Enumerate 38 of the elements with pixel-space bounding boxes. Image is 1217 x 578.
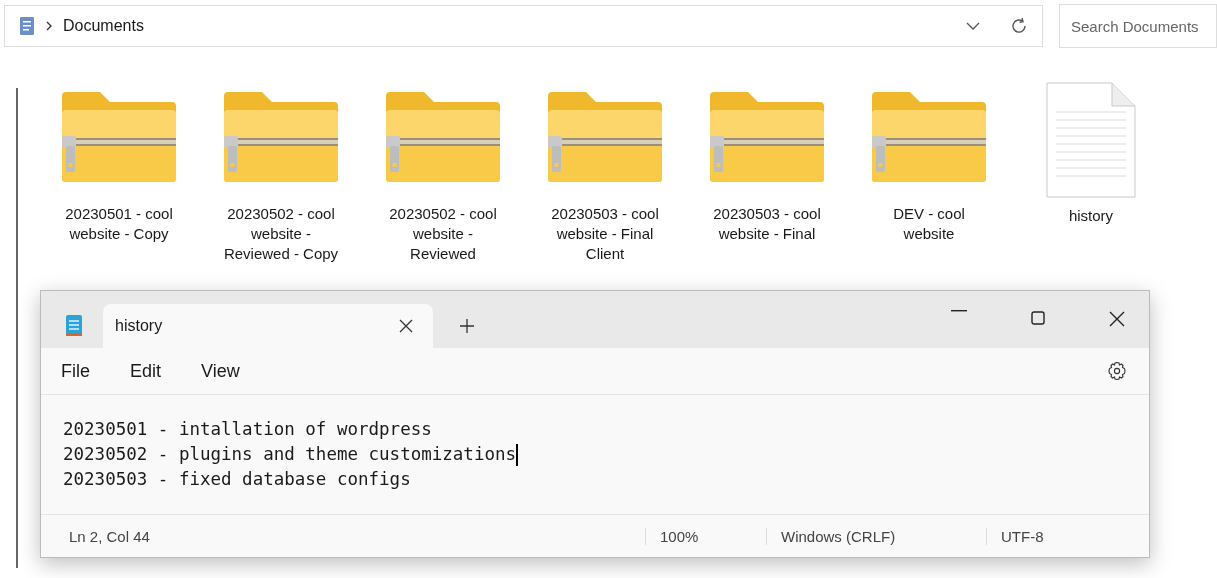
breadcrumb-item[interactable]: Documents [63, 17, 144, 35]
close-icon[interactable] [1109, 311, 1125, 327]
menu-item[interactable]: Edit [130, 360, 162, 382]
chevron-icon [45, 21, 53, 31]
menu-item[interactable]: File [61, 360, 90, 382]
file-name: 20230502 - cool website - Reviewed [388, 204, 498, 264]
zip-folder-icon[interactable] [708, 90, 826, 184]
cursor-position: Ln 2, Col 44 [68, 527, 151, 545]
notepad-icon [65, 313, 83, 337]
close-icon[interactable] [399, 319, 413, 333]
refresh-icon[interactable] [1010, 17, 1028, 35]
file-name: history [1067, 206, 1115, 226]
text-line: 20230502 - plugins and theme customizations [63, 443, 517, 466]
zip-folder-icon[interactable] [222, 90, 340, 184]
search-field[interactable]: Search Documents [1059, 4, 1217, 48]
zip-folder-icon[interactable] [384, 90, 502, 184]
encoding: UTF-8 [986, 527, 1044, 545]
file-name: 20230502 - cool website - Reviewed - Copy [222, 204, 340, 264]
new-tab-icon[interactable] [459, 318, 475, 334]
zoom-level: 100% [645, 527, 766, 545]
text-line: 20230501 - intallation of wordpress [63, 418, 432, 441]
file-name: DEV - cool website [892, 204, 966, 244]
maximize-icon[interactable] [1031, 311, 1045, 325]
file-name: 20230503 - cool website - Final Client [550, 204, 660, 264]
text-line: 20230503 - fixed database configs [63, 468, 411, 491]
zip-folder-icon[interactable] [546, 90, 664, 184]
address-bar[interactable]: Documents [4, 5, 1043, 47]
minimize-icon[interactable] [951, 310, 967, 312]
file-name: 20230501 - cool website - Copy [64, 204, 174, 244]
zip-folder-icon[interactable] [60, 90, 178, 184]
dropdown-icon[interactable] [966, 22, 980, 30]
zip-folder-icon[interactable] [870, 90, 988, 184]
menu-item[interactable]: View [201, 360, 240, 382]
documents-icon [19, 16, 35, 36]
line-ending: Windows (CRLF) [766, 527, 986, 545]
file-name: 20230503 - cool website - Final [712, 204, 822, 244]
document-tab[interactable]: history [103, 304, 433, 348]
settings-icon[interactable] [1107, 361, 1127, 381]
